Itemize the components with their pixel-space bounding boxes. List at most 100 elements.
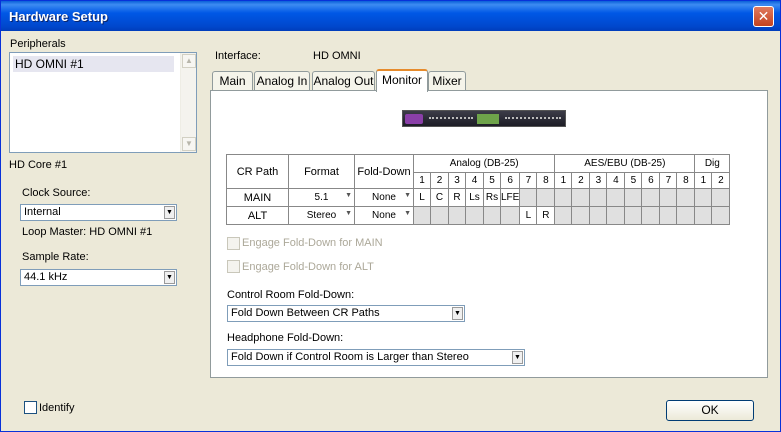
chevron-down-icon: ▼ xyxy=(345,210,352,217)
tab-analog-out[interactable]: Analog Out xyxy=(312,71,375,91)
channel-number: 8 xyxy=(676,172,696,189)
routing-cell[interactable]: L xyxy=(519,206,538,225)
identify-label: Identify xyxy=(39,402,75,414)
format-header: Format xyxy=(288,154,355,189)
tab-monitor[interactable]: Monitor xyxy=(376,69,428,92)
routing-cell[interactable] xyxy=(571,188,591,207)
routing-cell[interactable] xyxy=(554,188,573,207)
title-bar: Hardware Setup ✕ xyxy=(1,1,780,31)
cr-path-cell: ALT xyxy=(226,206,289,225)
channel-number: 1 xyxy=(694,172,713,189)
routing-cell[interactable] xyxy=(554,206,573,225)
routing-cell[interactable] xyxy=(659,206,678,225)
loop-master-text: Loop Master: HD OMNI #1 xyxy=(22,226,153,238)
routing-cell[interactable] xyxy=(624,188,643,207)
routing-cell[interactable] xyxy=(676,188,696,207)
routing-cell[interactable] xyxy=(465,206,484,225)
channel-number: 1 xyxy=(413,172,431,189)
routing-cell[interactable] xyxy=(676,206,696,225)
peripherals-scrollbar[interactable]: ▲ ▼ xyxy=(180,53,196,152)
peripherals-list[interactable]: HD OMNI #1 ▲ ▼ xyxy=(9,52,197,153)
cr-path-header: CR Path xyxy=(226,154,289,189)
ok-button[interactable]: OK xyxy=(666,400,754,421)
hardware-setup-dialog: Hardware Setup ✕ Peripherals HD OMNI #1 … xyxy=(0,0,781,432)
routing-cell[interactable]: R xyxy=(536,206,556,225)
channel-number: 5 xyxy=(624,172,643,189)
format-value: 5.1 xyxy=(314,192,329,203)
hd-omni-device-image xyxy=(402,110,566,127)
routing-cell[interactable]: Rs xyxy=(483,188,501,207)
clock-source-select[interactable]: Internal ▼ xyxy=(20,204,177,221)
chevron-down-icon[interactable]: ▼ xyxy=(512,351,523,364)
channel-number: 8 xyxy=(536,172,556,189)
routing-cell[interactable]: L xyxy=(413,188,431,207)
channel-number: 6 xyxy=(641,172,661,189)
routing-cell[interactable]: Ls xyxy=(465,188,484,207)
routing-cell[interactable] xyxy=(694,188,713,207)
table-row: ALT Stereo ▼ None ▼ L R xyxy=(226,206,731,225)
aes-header: AES/EBU (DB-25) xyxy=(554,154,696,173)
format-select[interactable]: 5.1 ▼ xyxy=(288,188,355,207)
routing-cell[interactable] xyxy=(536,188,556,207)
headphone-label: Headphone Fold-Down: xyxy=(227,332,344,344)
scroll-up-icon[interactable]: ▲ xyxy=(182,54,196,68)
routing-cell[interactable] xyxy=(711,188,731,207)
chevron-down-icon: ▼ xyxy=(404,210,411,217)
engage-alt-label: Engage Fold-Down for ALT xyxy=(242,261,374,273)
routing-cell[interactable] xyxy=(641,188,661,207)
routing-cell[interactable] xyxy=(589,188,608,207)
routing-cell[interactable] xyxy=(711,206,731,225)
engage-main-checkbox[interactable] xyxy=(227,237,240,250)
control-room-select[interactable]: Fold Down Between CR Paths ▼ xyxy=(227,305,465,322)
chevron-down-icon: ▼ xyxy=(404,192,411,199)
peripheral-item[interactable]: HD OMNI #1 xyxy=(13,56,174,72)
routing-cell[interactable] xyxy=(430,206,449,225)
engage-main-label: Engage Fold-Down for MAIN xyxy=(242,237,383,249)
routing-cell[interactable] xyxy=(589,206,608,225)
channel-number: 4 xyxy=(465,172,484,189)
channel-number: 2 xyxy=(430,172,449,189)
routing-cell[interactable]: LFE xyxy=(499,188,521,207)
routing-cell[interactable] xyxy=(624,206,643,225)
routing-cell[interactable] xyxy=(606,206,626,225)
routing-cell[interactable] xyxy=(519,188,538,207)
routing-cell[interactable] xyxy=(606,188,626,207)
tab-analog-in[interactable]: Analog In xyxy=(254,71,310,91)
routing-cell[interactable] xyxy=(641,206,661,225)
monitor-routing-grid: CR Path Format Fold-Down Analog (DB-25) … xyxy=(226,154,731,225)
headphone-select[interactable]: Fold Down if Control Room is Larger than… xyxy=(227,349,525,366)
routing-cell[interactable] xyxy=(413,206,431,225)
engage-alt-checkbox[interactable] xyxy=(227,260,240,273)
chevron-down-icon[interactable]: ▼ xyxy=(164,206,175,219)
chevron-down-icon[interactable]: ▼ xyxy=(164,271,175,284)
chevron-down-icon[interactable]: ▼ xyxy=(452,307,463,320)
channel-number: 3 xyxy=(448,172,466,189)
routing-cell[interactable]: C xyxy=(430,188,449,207)
scroll-down-icon[interactable]: ▼ xyxy=(182,137,196,151)
chevron-down-icon: ▼ xyxy=(345,192,352,199)
channel-number: 6 xyxy=(499,172,521,189)
routing-cell[interactable] xyxy=(483,206,501,225)
tab-main[interactable]: Main xyxy=(212,71,253,91)
channel-number: 1 xyxy=(554,172,573,189)
control-room-label: Control Room Fold-Down: xyxy=(227,289,355,301)
sample-rate-select[interactable]: 44.1 kHz ▼ xyxy=(20,269,177,286)
close-icon: ✕ xyxy=(757,8,770,24)
channel-number: 3 xyxy=(589,172,608,189)
routing-cell[interactable] xyxy=(448,206,466,225)
routing-cell[interactable] xyxy=(694,206,713,225)
interface-value: HD OMNI xyxy=(313,50,361,62)
routing-cell[interactable] xyxy=(499,206,521,225)
routing-cell[interactable] xyxy=(571,206,591,225)
routing-cell[interactable] xyxy=(659,188,678,207)
fold-down-value: None xyxy=(372,192,396,203)
fold-down-select[interactable]: None ▼ xyxy=(354,206,414,225)
headphone-value: Fold Down if Control Room is Larger than… xyxy=(231,351,469,363)
sample-rate-value: 44.1 kHz xyxy=(24,271,68,283)
routing-cell[interactable]: R xyxy=(448,188,466,207)
fold-down-select[interactable]: None ▼ xyxy=(354,188,414,207)
format-select[interactable]: Stereo ▼ xyxy=(288,206,355,225)
identify-checkbox[interactable] xyxy=(24,401,37,414)
close-button[interactable]: ✕ xyxy=(753,6,774,27)
tab-mixer[interactable]: Mixer xyxy=(428,71,466,91)
